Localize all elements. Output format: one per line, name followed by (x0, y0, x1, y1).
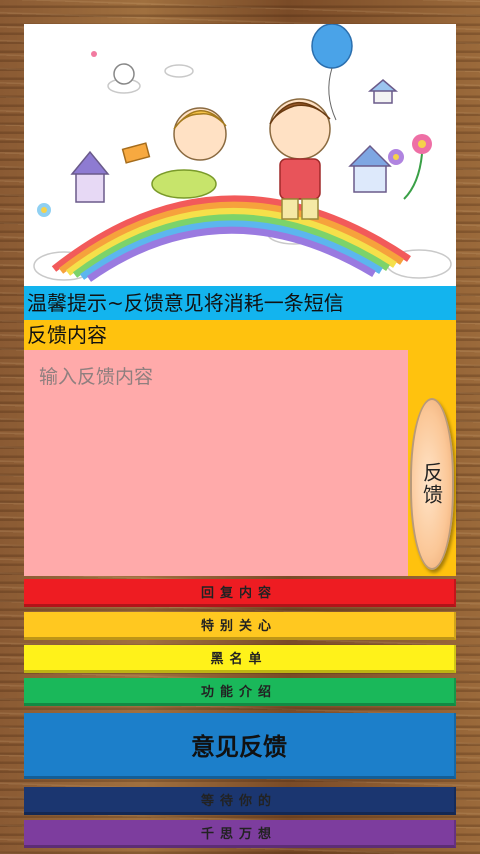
special-care-label: 特别关心 (200, 619, 277, 634)
feedback-tab-label: 意见反馈 (191, 733, 287, 761)
blacklist-button[interactable]: 黑名单 (24, 645, 456, 673)
kids-rainbow-illustration (33, 24, 452, 282)
thoughts-label: 千思万想 (200, 827, 277, 842)
feedback-section: 反馈内容 反馈 (24, 320, 456, 576)
waiting-for-you-label: 等待你的 (200, 794, 277, 809)
submit-feedback-label: 反馈 (419, 462, 444, 506)
reply-content-label: 回复内容 (200, 586, 277, 601)
waiting-for-you-button[interactable]: 等待你的 (24, 787, 456, 815)
sms-cost-tip: 温馨提示~反馈意见将消耗一条短信 (24, 286, 456, 320)
thoughts-button[interactable]: 千思万想 (24, 820, 456, 848)
special-care-button[interactable]: 特别关心 (24, 612, 456, 640)
feature-intro-label: 功能介绍 (200, 685, 277, 700)
feature-intro-button[interactable]: 功能介绍 (24, 678, 456, 706)
feedback-tab-button[interactable]: 意见反馈 (24, 713, 456, 779)
submit-feedback-button[interactable]: 反馈 (410, 398, 454, 570)
blacklist-label: 黑名单 (210, 652, 268, 667)
feedback-input[interactable] (24, 350, 408, 576)
feedback-label: 反馈内容 (27, 323, 107, 347)
reply-content-button[interactable]: 回复内容 (24, 579, 456, 607)
tip-text: 温馨提示~反馈意见将消耗一条短信 (27, 291, 344, 315)
banner-illustration (24, 24, 456, 286)
